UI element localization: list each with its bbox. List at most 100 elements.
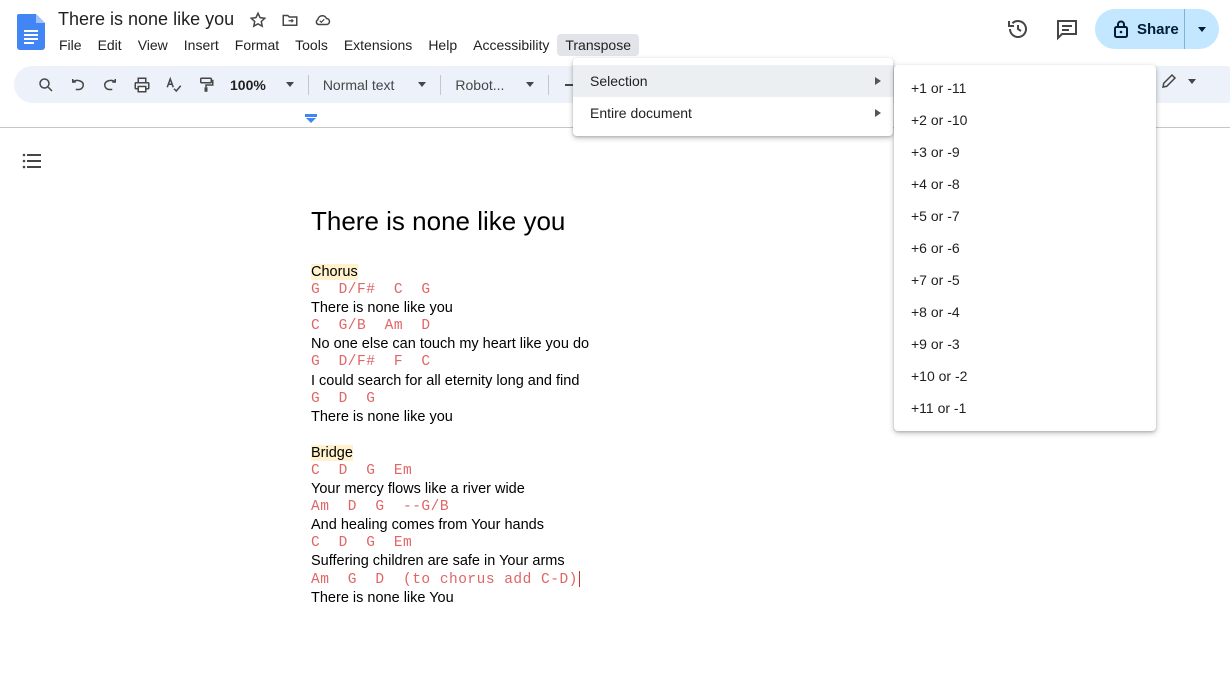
- document-title[interactable]: There is none like you: [58, 9, 234, 30]
- transpose-menu: Selection Entire document: [573, 58, 893, 136]
- cloud-status-icon[interactable]: [312, 10, 332, 30]
- spellcheck-icon: [166, 76, 182, 92]
- paint-format-icon: [200, 77, 214, 92]
- chord-text: C D G Em: [311, 535, 413, 552]
- menu-tools[interactable]: Tools: [287, 34, 336, 56]
- menu-item-label: Selection: [590, 73, 648, 89]
- lyric-text: There is none like you: [311, 300, 453, 317]
- menu-accessibility[interactable]: Accessibility: [465, 34, 557, 56]
- undo-button[interactable]: [62, 71, 94, 99]
- transpose-option-item[interactable]: +3 or -9: [894, 136, 1156, 168]
- chord-text: G D G: [311, 390, 376, 407]
- menu-insert[interactable]: Insert: [176, 34, 227, 56]
- zoom-select[interactable]: 100%: [222, 77, 302, 93]
- lyric-text: There is none like You: [311, 589, 454, 606]
- paragraph-style-select[interactable]: Normal text: [315, 77, 435, 93]
- transpose-option-item[interactable]: +1 or -11: [894, 72, 1156, 104]
- move-folder-icon[interactable]: [280, 10, 300, 30]
- submenu-arrow-icon: [875, 77, 881, 85]
- menu-transpose[interactable]: Transpose: [557, 34, 639, 56]
- chevron-down-icon: [1198, 26, 1206, 32]
- lyric-text: I could search for all eternity long and…: [311, 372, 580, 389]
- lyric-line: There is none like you: [311, 408, 851, 426]
- lyric-text: And healing comes from Your hands: [311, 517, 544, 534]
- chevron-down-icon[interactable]: [1188, 78, 1196, 84]
- transpose-selection-submenu: +1 or -11 +2 or -10 +3 or -9 +4 or -8 +5 or …: [894, 65, 1156, 431]
- menu-edit[interactable]: Edit: [90, 34, 130, 56]
- pencil-icon[interactable]: [1160, 72, 1178, 90]
- lock-icon: [1114, 20, 1128, 38]
- lyric-line: And healing comes from Your hands: [311, 516, 851, 534]
- menu-file[interactable]: File: [51, 34, 90, 56]
- search-menus-button[interactable]: [30, 71, 62, 99]
- chord-line: Am D G --G/B: [311, 498, 851, 516]
- lyric-text: There is none like you: [311, 408, 453, 425]
- star-icon[interactable]: [248, 10, 268, 30]
- share-label: Share: [1137, 20, 1179, 38]
- version-history-button[interactable]: [998, 9, 1038, 49]
- lyric-line: No one else can touch my heart like you …: [311, 335, 851, 353]
- lyric-text: Suffering children are safe in Your arms: [311, 553, 565, 570]
- redo-icon: [103, 78, 116, 90]
- transpose-option-item[interactable]: +11 or -1: [894, 392, 1156, 424]
- menu-bar: File Edit View Insert Format Tools Exten…: [51, 32, 639, 58]
- toolbar-divider: [307, 74, 309, 95]
- chord-line: C G/B Am D: [311, 317, 851, 335]
- comments-button[interactable]: [1047, 9, 1087, 49]
- share-button-group: Share: [1095, 9, 1219, 49]
- transpose-option-item[interactable]: +5 or -7: [894, 200, 1156, 232]
- paint-format-button[interactable]: [190, 71, 222, 99]
- chord-text: C G/B Am D: [311, 318, 431, 335]
- transpose-option-item[interactable]: +7 or -5: [894, 264, 1156, 296]
- chord-line: G D/F# F C: [311, 353, 851, 371]
- transpose-entire-document-item[interactable]: Entire document: [573, 97, 893, 129]
- search-icon: [39, 77, 53, 92]
- lyric-line: I could search for all eternity long and…: [311, 372, 851, 390]
- print-icon: [134, 77, 150, 92]
- undo-icon: [72, 78, 85, 90]
- transpose-selection-item[interactable]: Selection: [573, 65, 893, 97]
- lyric-text: No one else can touch my heart like you …: [311, 336, 590, 353]
- text-cursor: [578, 570, 581, 587]
- lyric-line: Suffering children are safe in Your arms: [311, 552, 851, 570]
- share-dropdown-button[interactable]: [1185, 9, 1219, 49]
- chord-line: C D G Em: [311, 534, 851, 552]
- document-outline-icon[interactable]: [22, 151, 42, 171]
- transpose-option-item[interactable]: +4 or -8: [894, 168, 1156, 200]
- chord-line: G D/F# C G: [311, 281, 851, 299]
- zoom-value: 100%: [230, 76, 266, 93]
- chevron-down-icon: [526, 82, 535, 87]
- transpose-option-item[interactable]: +6 or -6: [894, 232, 1156, 264]
- toolbar-divider: [548, 74, 550, 95]
- document-heading[interactable]: There is none like you: [311, 206, 565, 237]
- section-heading: Chorus: [311, 263, 851, 281]
- spellcheck-button[interactable]: [158, 71, 190, 99]
- menu-view[interactable]: View: [130, 34, 176, 56]
- transpose-option-item[interactable]: +2 or -10: [894, 104, 1156, 136]
- docs-logo-icon[interactable]: [17, 14, 45, 50]
- redo-button[interactable]: [94, 71, 126, 99]
- chord-text: Am G D (to chorus add C-D): [311, 571, 578, 588]
- transpose-option-item[interactable]: +8 or -4: [894, 296, 1156, 328]
- chord-line: Am G D (to chorus add C-D): [311, 570, 851, 589]
- document-body[interactable]: Chorus G D/F# C G There is none like you C …: [311, 263, 851, 607]
- menu-help[interactable]: Help: [420, 34, 465, 56]
- paragraph-style-value: Normal text: [322, 76, 395, 93]
- lyric-line: There is none like you: [311, 299, 851, 317]
- history-icon: [1008, 20, 1027, 38]
- menu-format[interactable]: Format: [227, 34, 287, 56]
- transpose-option-item[interactable]: +9 or -3: [894, 328, 1156, 360]
- lyric-line: Your mercy flows like a river wide: [311, 480, 851, 498]
- indent-marker-icon[interactable]: [305, 114, 317, 124]
- share-button[interactable]: Share: [1095, 9, 1185, 49]
- chord-text: G D/F# F C: [311, 354, 431, 371]
- toolbar-divider: [440, 74, 442, 95]
- chord-text: C D G Em: [311, 462, 413, 479]
- chord-line: C D G Em: [311, 462, 851, 480]
- menu-extensions[interactable]: Extensions: [336, 34, 420, 56]
- font-select[interactable]: Robot...: [447, 77, 542, 93]
- print-button[interactable]: [126, 71, 158, 99]
- transpose-option-item[interactable]: +10 or -2: [894, 360, 1156, 392]
- chord-text: G D/F# C G: [311, 282, 431, 299]
